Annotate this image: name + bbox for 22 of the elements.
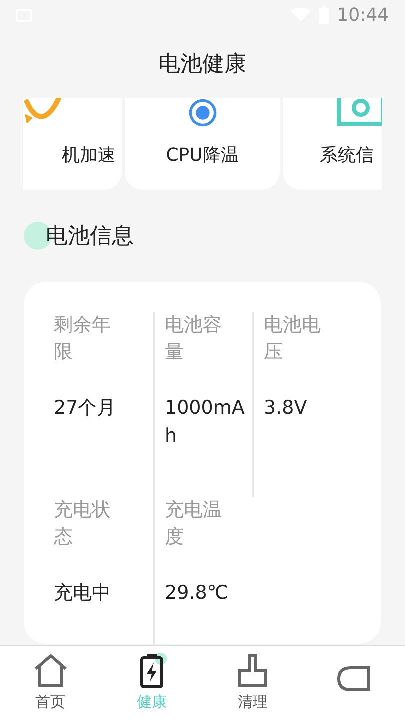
shortcut-label: CPU降温 — [166, 144, 239, 168]
info-value: 充电中 — [54, 581, 112, 606]
info-value: 3.8V — [264, 396, 308, 421]
section-title: 电池信息 — [46, 222, 134, 250]
status-time: 10:44 — [337, 4, 389, 28]
tab-item[interactable]: 首页 — [0, 646, 102, 720]
info-value: 1000mAh — [165, 396, 246, 449]
info-label: 电池容量 — [165, 313, 223, 365]
shortcut-label: 系统信 — [320, 144, 374, 168]
gear-screen-icon — [336, 98, 382, 128]
page-title: 电池健康 — [158, 50, 246, 78]
info-label: 剩余年限 — [54, 313, 112, 365]
shortcut-card[interactable]: 系统信 — [283, 98, 382, 190]
shortcut-label: 机加速 — [62, 144, 116, 168]
tab-item[interactable]: 清理 — [202, 646, 304, 720]
info-label: 电池电压 — [264, 313, 322, 365]
shortcut-card[interactable]: 机加速 — [23, 98, 122, 190]
shortcut-card[interactable]: CPU降温 — [125, 98, 280, 190]
info-label: 充电状态 — [54, 498, 112, 550]
info-value: 27个月 — [54, 396, 118, 421]
info-label: 充电温度 — [165, 498, 223, 550]
info-value: 29.8℃ — [165, 581, 230, 606]
